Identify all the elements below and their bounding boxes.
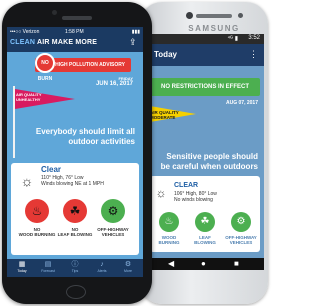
tab-more[interactable]: ⚙ More	[117, 261, 139, 274]
app-bar: Today ⋮	[146, 44, 264, 66]
app-logo: CLEAN AIR MAKE MORE	[10, 39, 98, 46]
app-header: CLEAN AIR MAKE MORE ⇪	[7, 36, 143, 52]
flag-pole	[13, 86, 15, 158]
activity-wood-burning[interactable]: ♨ NO WOOD BURNING	[17, 199, 57, 237]
activity-label: LEAF BLOWING	[194, 235, 216, 245]
signal-icon: ⁴ᴳ ▮	[227, 36, 238, 42]
leaf-blower-icon: ☘	[195, 212, 215, 232]
calendar-icon: ▦	[18, 261, 26, 268]
status-bar: ⁴ᴳ ▮ 3:52	[146, 34, 264, 44]
home-icon[interactable]: ●	[201, 259, 206, 269]
activity-off-highway[interactable]: ⚙ OFF-HIGHWAY VEHICLES	[223, 212, 259, 245]
chart-icon: ▤	[44, 261, 52, 268]
tab-bar: ▦ Today ▤ Forecast ⓘ Tips ♪ Alerts ⚙ Mor…	[7, 259, 143, 277]
back-icon[interactable]: ◀	[168, 259, 174, 269]
proximity-sensor	[238, 13, 243, 18]
sun-icon: ☼	[20, 173, 34, 189]
air-quality-label: AIR QUALITY UNHEALTHY	[16, 92, 42, 102]
android-nav-bar: ◀ ● ■	[146, 258, 264, 270]
weather-condition: Clear	[41, 165, 62, 174]
front-camera	[52, 10, 57, 15]
bell-icon: ♪	[100, 261, 104, 268]
health-message: Sensitive people should be careful when …	[160, 152, 258, 171]
atv-icon: ⚙	[101, 199, 125, 223]
status-time: 1:58 PM	[65, 29, 84, 35]
share-icon[interactable]: ⇪	[129, 37, 139, 49]
activity-wood-burning[interactable]: ♨ WOOD BURNING	[151, 212, 187, 245]
carrier-label: •••○○ Verizon	[10, 29, 40, 35]
iphone-screen: •••○○ Verizon 1:58 PM ▮▮▮ CLEAN AIR MAKE…	[7, 27, 143, 277]
tab-tips[interactable]: ⓘ Tips	[64, 261, 86, 274]
activity-off-highway[interactable]: ⚙ OFF-HIGHWAY VEHICLES	[93, 199, 133, 237]
activity-label: WOOD BURNING	[158, 235, 180, 245]
kebab-menu-icon[interactable]: ⋮	[249, 49, 258, 60]
info-icon: ⓘ	[71, 261, 79, 268]
earpiece-speaker	[62, 16, 92, 20]
air-quality-label: AIR QUALITY MODERATE	[150, 110, 179, 120]
page-title: Today	[154, 50, 177, 59]
tab-forecast[interactable]: ▤ Forecast	[37, 261, 59, 274]
front-camera	[186, 12, 193, 19]
activity-label: NO WOOD BURNING	[18, 227, 56, 237]
date-label: AUG 07, 2017	[226, 100, 258, 106]
activity-leaf-blowing[interactable]: ☘ LEAF BLOWING	[187, 212, 223, 245]
activity-label: OFF-HIGHWAY VEHICLES	[97, 227, 129, 237]
no-burn-badge-icon: NO BURN	[35, 53, 55, 82]
home-button[interactable]	[66, 285, 86, 299]
recents-icon[interactable]: ■	[234, 259, 239, 269]
weather-wind: No winds blowing	[174, 197, 213, 203]
date-label: JUN 16, 2017	[95, 81, 133, 87]
weather-condition: CLEAR	[174, 182, 199, 189]
tab-alerts[interactable]: ♪ Alerts	[91, 261, 113, 274]
battery-icon: ▮▮▮	[131, 29, 140, 35]
activity-leaf-blowing[interactable]: ☘ NO LEAF BLOWING	[55, 199, 95, 237]
restriction-banner: NO RESTRICTIONS IN EFFECT	[150, 78, 260, 96]
fire-icon: ♨	[159, 212, 179, 232]
status-time: 3:52	[248, 35, 260, 41]
atv-icon: ⚙	[231, 212, 251, 232]
activity-label: NO LEAF BLOWING	[57, 227, 93, 237]
gear-icon: ⚙	[124, 261, 132, 268]
brand-label: SAMSUNG	[188, 24, 240, 33]
health-message: Everybody should limit all outdoor activ…	[35, 127, 135, 146]
tab-today[interactable]: ▦ Today	[11, 261, 33, 274]
weather-wind: Winds blowing NE at 1 MPH	[41, 181, 104, 187]
status-bar: •••○○ Verizon 1:58 PM ▮▮▮	[7, 27, 143, 36]
earpiece-speaker	[196, 14, 232, 18]
sun-icon: ☼	[155, 186, 167, 200]
leaf-blower-icon: ☘	[63, 199, 87, 223]
activity-label: OFF-HIGHWAY VEHICLES	[225, 235, 257, 245]
fire-icon: ♨	[25, 199, 49, 223]
